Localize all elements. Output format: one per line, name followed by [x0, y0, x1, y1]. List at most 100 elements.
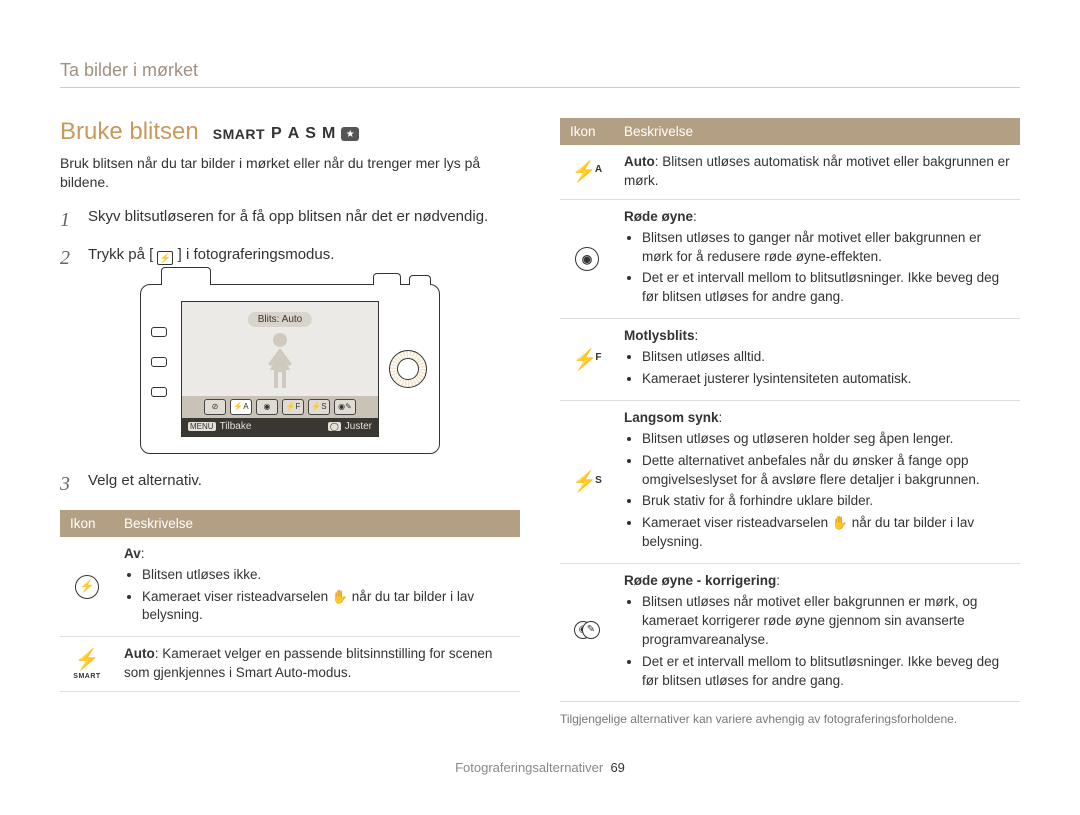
- camera-control-wheel: [389, 350, 427, 388]
- desc-bullet: Blitsen utløses når motivet eller bakgru…: [642, 593, 1010, 650]
- camera-illustration: Blits: Auto ⊘ ⚡A ◉ ⚡F ⚡: [60, 284, 520, 454]
- option-redeye-icon: ◉: [560, 199, 614, 318]
- option-slowsync-desc: Langsom synk: Blitsen utløses og utløser…: [614, 400, 1020, 563]
- intro-text: Bruk blitsen når du tar bilder i mørket …: [60, 154, 520, 192]
- shake-warning-icon: ✋: [332, 588, 348, 606]
- desc-bullet: Dette alternativet anbefales når du ønsk…: [642, 452, 1010, 490]
- footer-section: Fotograferingsalternativer: [455, 760, 603, 775]
- th-desc: Beskrivelse: [114, 510, 520, 537]
- divider: [60, 87, 1020, 88]
- steps-list: 1 Skyv blitsutløseren for å få opp blits…: [60, 206, 520, 272]
- content-columns: Bruke blitsen SMART P A S M ★ Bruk blits…: [60, 118, 1020, 752]
- lcd-option-fill-icon: ⚡F: [282, 399, 304, 415]
- camera-left-button: [151, 327, 167, 337]
- shake-warning-icon: ✋: [832, 514, 848, 532]
- table-row: ⚡A Auto: Blitsen utløses automatisk når …: [560, 145, 1020, 199]
- lcd-footer: MENU Tilbake ◯ Juster: [182, 418, 378, 436]
- option-off-icon: ⚡: [60, 537, 114, 637]
- page-footer: Fotograferingsalternativer 69: [60, 752, 1020, 775]
- desc-title: Auto: [624, 154, 655, 169]
- option-redeyefix-desc: Røde øyne - korrigering: Blitsen utløses…: [614, 564, 1020, 702]
- camera-lcd: Blits: Auto ⊘ ⚡A ◉ ⚡F ⚡: [181, 301, 379, 437]
- step-text: Velg et alternativ.: [88, 470, 202, 498]
- options-table-left: Ikon Beskrivelse ⚡ Av: Blitsen utløses i…: [60, 510, 520, 692]
- table-row: ⚡ SMART Auto: Kameraet velger en passend…: [60, 637, 520, 692]
- lcd-preview: Blits: Auto: [182, 302, 378, 396]
- mode-star-icon: ★: [341, 127, 359, 141]
- desc-title: Langsom synk: [624, 410, 719, 425]
- step-1: 1 Skyv blitsutløseren for å få opp blits…: [60, 206, 520, 234]
- mode-smart: SMART: [213, 126, 265, 142]
- desc-bullet: Blitsen utløses to ganger når motivet el…: [642, 229, 1010, 267]
- left-column: Bruke blitsen SMART P A S M ★ Bruk blits…: [60, 118, 520, 752]
- lcd-option-off-icon: ⊘: [204, 399, 226, 415]
- desc-title: Røde øyne: [624, 209, 693, 224]
- page: Ta bilder i mørket Bruke blitsen SMART P…: [0, 0, 1080, 815]
- desc-bullet: Blitsen utløses og utløseren holder seg …: [642, 430, 1010, 449]
- menu-badge: MENU: [188, 422, 216, 431]
- option-fill-desc: Motlysblits: Blitsen utløses alltid. Kam…: [614, 319, 1020, 401]
- lcd-back-label: MENU Tilbake: [188, 421, 251, 432]
- th-icon: Ikon: [560, 118, 614, 145]
- table-row: ⚡F Motlysblits: Blitsen utløses alltid. …: [560, 319, 1020, 401]
- step-2: 2 Trykk på [ ⚡ ] i fotograferingsmodus.: [60, 244, 520, 272]
- mode-s: S: [305, 125, 316, 143]
- camera-left-button: [151, 357, 167, 367]
- desc-bullet: Blitsen utløses alltid.: [642, 348, 1010, 367]
- step-text: Skyv blitsutløseren for å få opp blitsen…: [88, 206, 488, 234]
- th-desc: Beskrivelse: [614, 118, 1020, 145]
- desc-title: Av: [124, 546, 141, 561]
- footnote: Tilgjengelige alternativer kan variere a…: [560, 712, 1020, 726]
- table-row: ◉ Røde øyne: Blitsen utløses to ganger n…: [560, 199, 1020, 318]
- steps-list-cont: 3 Velg et alternativ.: [60, 470, 520, 498]
- back-text: Tilbake: [220, 421, 252, 432]
- mode-indicators: SMART P A S M ★: [213, 125, 360, 143]
- desc-bullet: Bruk stativ for å forhindre uklare bilde…: [642, 492, 1010, 511]
- step-text: Trykk på [ ⚡ ] i fotograferingsmodus.: [88, 244, 334, 272]
- table-row: ⚡S Langsom synk: Blitsen utløses og utlø…: [560, 400, 1020, 563]
- step-text-a: Trykk på [: [88, 246, 153, 263]
- option-redeyefix-icon: ◉ ✎: [560, 564, 614, 702]
- th-icon: Ikon: [60, 510, 114, 537]
- option-auto-icon: ⚡A: [560, 145, 614, 199]
- section-heading: Bruke blitsen SMART P A S M ★: [60, 118, 520, 146]
- desc-bullet: Det er et intervall mellom to blitsutløs…: [642, 269, 1010, 307]
- option-redeye-desc: Røde øyne: Blitsen utløses to ganger når…: [614, 199, 1020, 318]
- camera-shutter-button: [409, 275, 431, 285]
- table-row: ⚡ Av: Blitsen utløses ikke. Kameraet vis…: [60, 537, 520, 637]
- desc-bullet: Kameraet viser risteadvarselen ✋ når du …: [142, 588, 510, 626]
- mode-a: A: [288, 125, 300, 143]
- option-slowsync-icon: ⚡S: [560, 400, 614, 563]
- right-column: Ikon Beskrivelse ⚡A Auto: Blitsen utløse…: [560, 118, 1020, 752]
- lcd-option-slow-icon: ⚡S: [308, 399, 330, 415]
- table-row: ◉ ✎ Røde øyne - korrigering: Blitsen utl…: [560, 564, 1020, 702]
- desc-title: Røde øyne - korrigering: [624, 573, 776, 588]
- mode-p: P: [271, 125, 282, 143]
- mode-m: M: [322, 125, 335, 143]
- lcd-adjust-label: ◯ Juster: [328, 421, 372, 432]
- camera-body: Blits: Auto ⊘ ⚡A ◉ ⚡F ⚡: [140, 284, 440, 454]
- lcd-option-auto-icon: ⚡A: [230, 399, 252, 415]
- person-silhouette-icon: [260, 330, 300, 390]
- step-number: 3: [60, 470, 78, 498]
- desc-bullet: Det er et intervall mellom to blitsutløs…: [642, 653, 1010, 691]
- flash-icon: ⚡: [157, 251, 173, 265]
- camera-mode-dial: [373, 273, 401, 285]
- desc-title: Motlysblits: [624, 328, 695, 343]
- step-number: 2: [60, 244, 78, 272]
- camera-flash-popup: [161, 267, 211, 285]
- lcd-option-strip: ⊘ ⚡A ◉ ⚡F ⚡S ◉✎: [182, 396, 378, 418]
- option-fill-icon: ⚡F: [560, 319, 614, 401]
- section-title: Bruke blitsen: [60, 118, 199, 146]
- option-auto-desc: Auto: Blitsen utløses automatisk når mot…: [614, 145, 1020, 199]
- option-smartauto-desc: Auto: Kameraet velger en passende blitsi…: [114, 637, 520, 692]
- option-smartauto-icon: ⚡ SMART: [60, 637, 114, 692]
- ok-badge: ◯: [328, 422, 341, 431]
- desc-bullet: Kameraet viser risteadvarselen ✋ når du …: [642, 514, 1010, 552]
- desc-title: Auto: [124, 646, 155, 661]
- breadcrumb: Ta bilder i mørket: [60, 60, 1020, 81]
- option-off-desc: Av: Blitsen utløses ikke. Kameraet viser…: [114, 537, 520, 637]
- camera-left-button: [151, 387, 167, 397]
- options-table-right: Ikon Beskrivelse ⚡A Auto: Blitsen utløse…: [560, 118, 1020, 702]
- desc-bullet: Kameraet justerer lysintensiteten automa…: [642, 370, 1010, 389]
